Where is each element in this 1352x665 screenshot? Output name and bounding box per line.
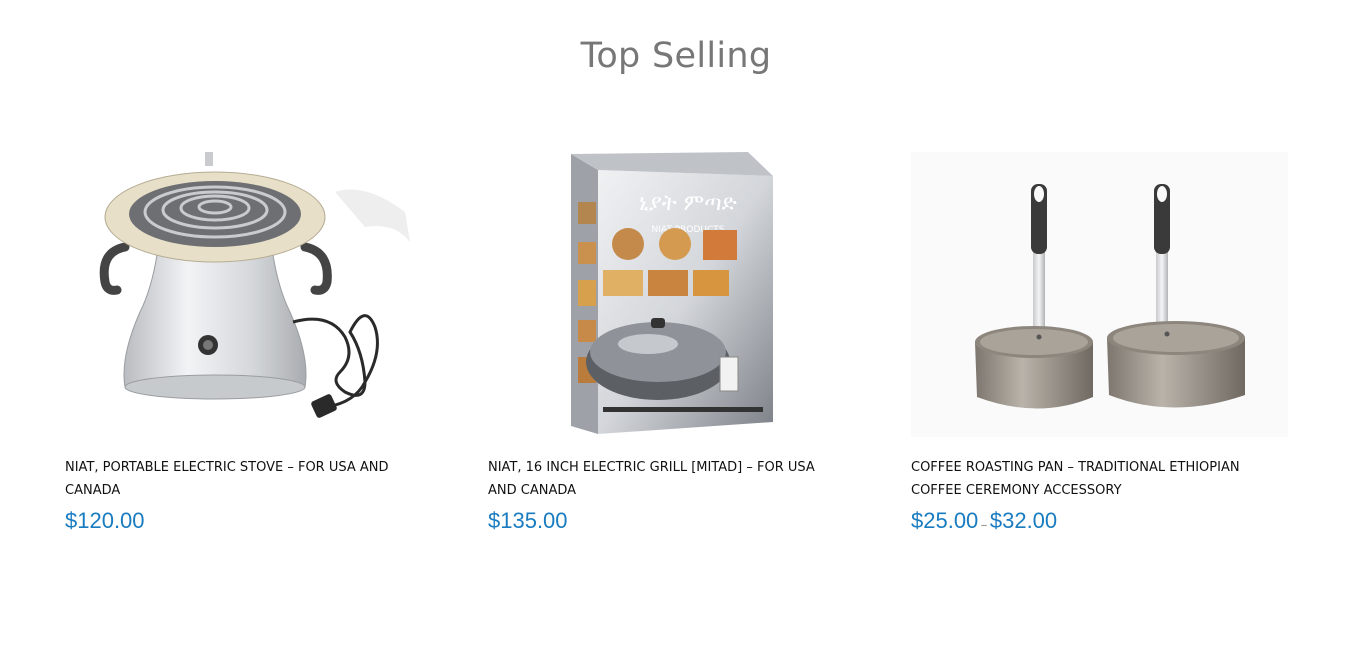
price-max: $32.00 <box>989 508 1058 533</box>
product-image-link[interactable] <box>65 152 442 437</box>
price-range-separator: – <box>981 520 987 531</box>
electric-stove-image <box>65 152 442 437</box>
product-name-link[interactable]: NIAT, 16 INCH ELECTRIC GRILL [MITAD] – F… <box>488 456 838 502</box>
product-card: NIAT, PORTABLE ELECTRIC STOVE – FOR USA … <box>65 152 442 534</box>
product-price: $120.00 <box>65 508 442 534</box>
product-card: ኒያት ምጣድ NIAT PRODUCTS NIAT, 16 INCH ELEC… <box>488 152 865 534</box>
product-price-range: $25.00 – $32.00 <box>911 508 1288 534</box>
product-price: $135.00 <box>488 508 865 534</box>
product-grid: NIAT, PORTABLE ELECTRIC STOVE – FOR USA … <box>65 152 1305 534</box>
product-card: COFFEE ROASTING PAN – TRADITIONAL ETHIOP… <box>911 152 1288 534</box>
top-selling-section: Top Selling NIAT, PORTABLE ELECTRIC STOV… <box>0 0 1352 665</box>
product-image-link[interactable] <box>911 152 1288 437</box>
price-amount: $135.00 <box>488 508 568 533</box>
product-image-link[interactable]: ኒያት ምጣድ NIAT PRODUCTS <box>488 152 865 437</box>
box-title-text: ኒያት ምጣድ <box>639 191 737 216</box>
product-name-link[interactable]: NIAT, PORTABLE ELECTRIC STOVE – FOR USA … <box>65 456 415 502</box>
section-title: Top Selling <box>580 36 772 76</box>
electric-grill-box-image: ኒያት ምጣድ NIAT PRODUCTS <box>488 152 865 437</box>
price-amount: $120.00 <box>65 508 145 533</box>
product-name-link[interactable]: COFFEE ROASTING PAN – TRADITIONAL ETHIOP… <box>911 456 1261 502</box>
coffee-roasting-pan-image <box>911 152 1288 437</box>
price-min: $25.00 <box>911 508 979 533</box>
